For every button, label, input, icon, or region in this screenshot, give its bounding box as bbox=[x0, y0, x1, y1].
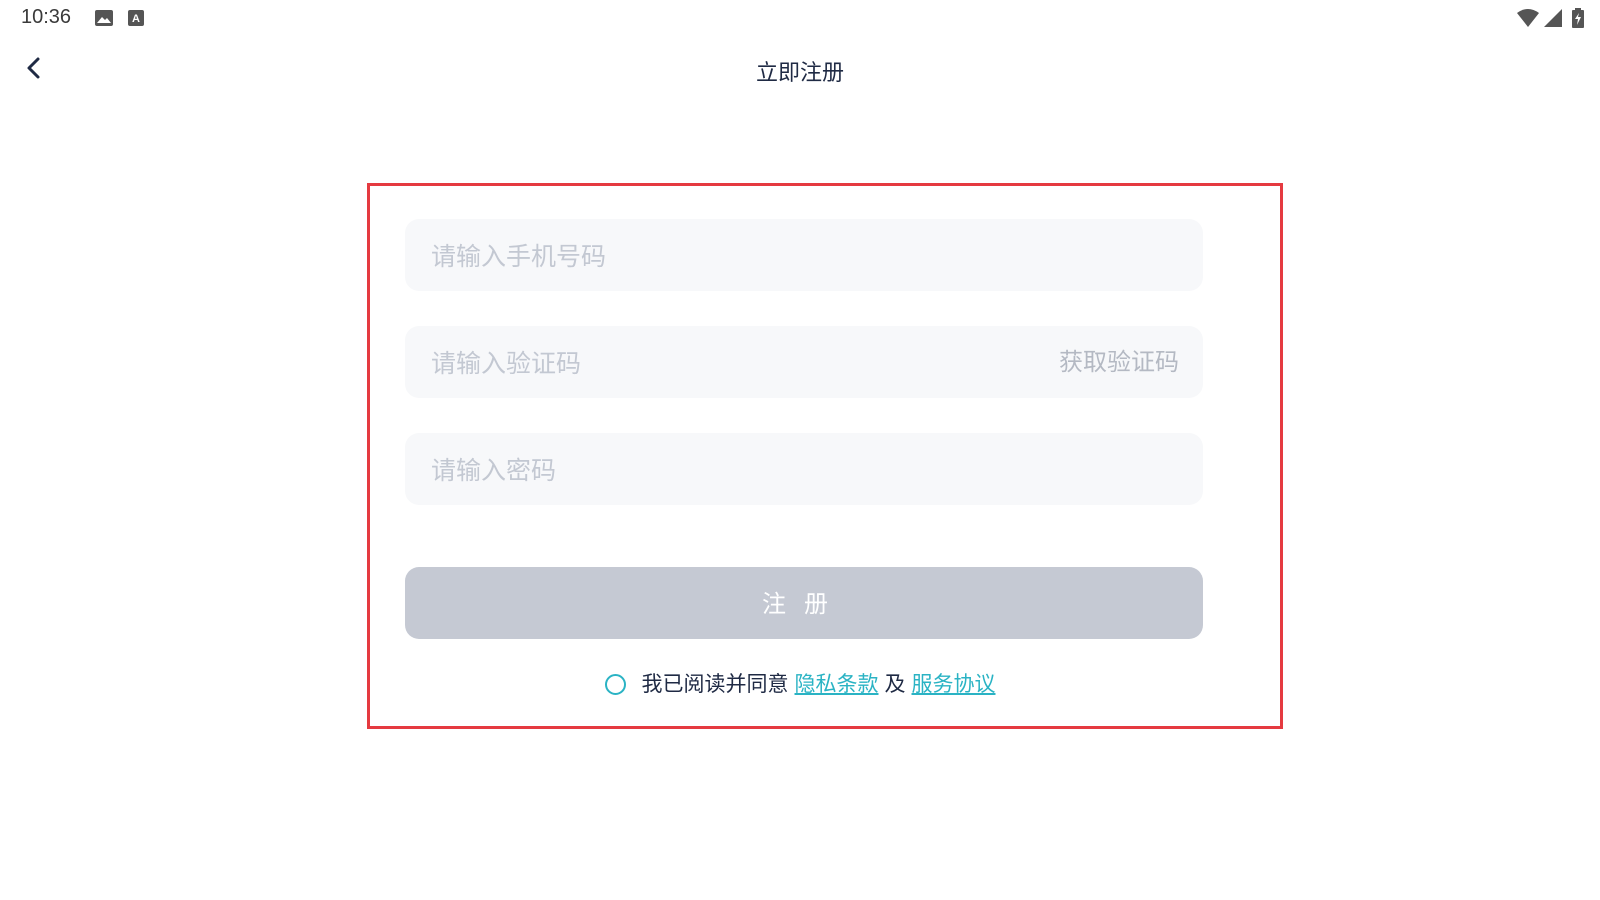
verification-code-input[interactable] bbox=[429, 326, 993, 400]
register-button[interactable]: 注册 bbox=[405, 567, 1203, 639]
status-time: 10:36 bbox=[21, 6, 72, 28]
phone-field[interactable] bbox=[405, 219, 1203, 293]
agreement-connector: 及 bbox=[884, 672, 906, 696]
agreement-row: 我已阅读并同意 隐私条款 及 服务协议 bbox=[0, 668, 1600, 704]
wifi-icon bbox=[1516, 8, 1540, 32]
signal-icon bbox=[1543, 8, 1563, 32]
verification-code-field[interactable]: 获取验证码 bbox=[405, 326, 1203, 400]
service-agreement-link[interactable]: 服务协议 bbox=[912, 668, 996, 700]
agreement-text: 我已阅读并同意 bbox=[641, 672, 789, 696]
password-field[interactable] bbox=[405, 433, 1203, 507]
status-bar: 10:36 A bbox=[0, 0, 1600, 38]
get-code-button[interactable]: 获取验证码 bbox=[1059, 326, 1179, 398]
privacy-link[interactable]: 隐私条款 bbox=[795, 668, 879, 700]
password-input[interactable] bbox=[429, 433, 993, 507]
phone-input[interactable] bbox=[429, 219, 993, 293]
agree-checkbox[interactable] bbox=[604, 673, 626, 695]
image-icon bbox=[94, 9, 114, 31]
register-screen: 10:36 A 立即注册 请输入手机号码 请输入验证码 获取验证码 注册 我已阅… bbox=[0, 0, 1600, 900]
page-title: 立即注册 bbox=[755, 61, 844, 86]
battery-charging-icon bbox=[1572, 8, 1584, 32]
svg-text:A: A bbox=[132, 13, 140, 25]
keyboard-a-icon: A bbox=[127, 9, 145, 31]
